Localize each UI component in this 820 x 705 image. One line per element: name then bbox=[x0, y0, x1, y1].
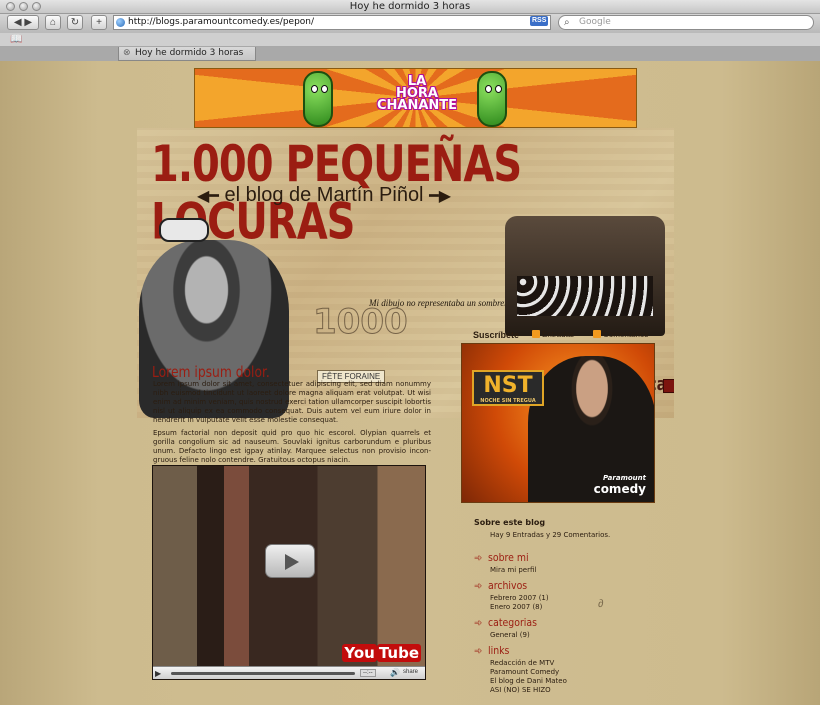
video-controls: ▶ --:-- 🔊 share bbox=[153, 666, 425, 679]
about-block: Sobre este blog Hay 9 Entradas y 29 Come… bbox=[474, 518, 674, 540]
video-time: --:-- bbox=[360, 669, 376, 677]
home-icon: ⌂ bbox=[49, 17, 57, 28]
arrow-icon: ➾ bbox=[474, 646, 483, 657]
paramount-comedy-logo: Paramount comedy bbox=[593, 474, 646, 496]
window-titlebar: Hoy he dormido 3 horas bbox=[0, 0, 820, 14]
play-pause-button[interactable]: ▶ bbox=[155, 669, 161, 678]
subscribe-row: Suscríbete Entradas Comentarios bbox=[471, 329, 681, 343]
youtube-embed[interactable]: You Tube ▶ --:-- 🔊 share bbox=[152, 465, 426, 680]
arrow-icon: ➾ bbox=[474, 618, 483, 629]
back-forward-button[interactable]: ◀ ▶ bbox=[7, 15, 39, 30]
feed-icon bbox=[593, 330, 601, 338]
share-button[interactable]: share bbox=[403, 669, 418, 675]
sidebar-link[interactable]: ASI (NO) SE HIZO bbox=[474, 686, 674, 695]
video-progress-bar[interactable] bbox=[171, 672, 355, 675]
section-heading: categorias bbox=[488, 616, 537, 629]
page-content: LA HORA CHANANTE 1.000 PEQUEÑAS LOCURAS … bbox=[0, 61, 820, 705]
sidebar-link[interactable]: Paramount Comedy bbox=[474, 668, 674, 677]
sidebar-link[interactable]: Redacción de MTV bbox=[474, 659, 674, 668]
minimize-window-button[interactable] bbox=[19, 2, 28, 11]
browser-toolbar: ◀ ▶ ⌂ ↻ + http://blogs.paramountcomedy.e… bbox=[0, 14, 820, 33]
section-heading: links bbox=[488, 644, 510, 657]
home-button[interactable]: ⌂ bbox=[45, 15, 61, 30]
tab-current[interactable]: ⊗ Hoy he dormido 3 horas bbox=[118, 47, 256, 61]
volume-icon[interactable]: 🔊 bbox=[390, 668, 400, 677]
sidebar-link[interactable]: Mira mi perfil bbox=[474, 566, 674, 575]
blog-search-input[interactable] bbox=[663, 379, 674, 393]
la-hora-chanante-logo: LA HORA CHANANTE bbox=[376, 74, 458, 113]
sidebar-link[interactable]: General (9) bbox=[474, 631, 674, 640]
sidebar-section-links: ➾ links Redacción de MTV Paramount Comedy… bbox=[474, 641, 674, 695]
binoculars-image bbox=[159, 218, 209, 242]
ornament-icon: ∂ bbox=[598, 598, 604, 610]
plus-icon: + bbox=[96, 17, 102, 28]
sidebar-section-archivos: ➾ archivos Febrero 2007 (1) Enero 2007 (8… bbox=[474, 576, 674, 612]
zoom-window-button[interactable] bbox=[32, 2, 41, 11]
collage-note: Mi dibujo no representaba un sombrero bbox=[369, 298, 512, 308]
nst-logo: NST NOCHE SIN TREGUA bbox=[472, 370, 544, 406]
sidebar-link[interactable]: Febrero 2007 (1) bbox=[474, 594, 674, 603]
about-title: Sobre este blog bbox=[474, 518, 546, 527]
post-body: Lorem ipsum dolor sit amet, consectetuer… bbox=[153, 380, 431, 469]
arrow-icon: ➾ bbox=[474, 553, 483, 564]
search-placeholder: Google bbox=[579, 17, 611, 27]
tab-bar: ⊗ Hoy he dormido 3 horas bbox=[0, 47, 820, 61]
post-paragraph: Epsum factorial non deposit quid pro quo… bbox=[153, 429, 431, 464]
section-heading: archivos bbox=[488, 579, 528, 592]
subscribe-label: Suscríbete bbox=[473, 330, 520, 340]
section-heading: sobre mi bbox=[488, 551, 529, 564]
close-tab-icon[interactable]: ⊗ bbox=[123, 47, 131, 60]
pickle-mascot-right bbox=[477, 71, 507, 127]
reload-icon: ↻ bbox=[70, 17, 80, 28]
play-icon bbox=[285, 554, 299, 570]
typewriter-image bbox=[505, 216, 665, 336]
reload-button[interactable]: ↻ bbox=[67, 15, 83, 30]
video-play-button[interactable] bbox=[265, 544, 315, 578]
search-field[interactable]: ⌕ Google bbox=[558, 15, 814, 30]
youtube-logo: You Tube bbox=[342, 644, 421, 662]
sidebar-section-sobre-mi: ➾ sobre mi Mira mi perfil bbox=[474, 548, 674, 575]
post-paragraph: Lorem ipsum dolor sit amet, consectetuer… bbox=[153, 380, 431, 424]
book-icon[interactable]: 📖 bbox=[10, 34, 22, 45]
feed-icon bbox=[532, 330, 540, 338]
address-bar[interactable]: http://blogs.paramountcomedy.es/pepon/ bbox=[113, 15, 551, 30]
pickle-mascot-left bbox=[303, 71, 333, 127]
about-text: Hay 9 Entradas y 29 Comentarios. bbox=[490, 531, 611, 539]
blog-subtitle: ◀━ el blog de Martín Piñol ━▶ bbox=[197, 184, 452, 206]
arrow-icon: ➾ bbox=[474, 581, 483, 592]
sidebar-link[interactable]: El blog de Dani Mateo bbox=[474, 677, 674, 686]
globe-icon bbox=[116, 18, 125, 27]
collage-1000-text: 1000 bbox=[313, 302, 409, 343]
magnifier-icon: ⌕ bbox=[564, 17, 570, 28]
add-bookmark-button[interactable]: + bbox=[91, 15, 107, 30]
rss-button[interactable]: RSS bbox=[530, 16, 549, 26]
sidebar-section-categorias: ➾ categorias General (9) bbox=[474, 613, 674, 640]
url-text: http://blogs.paramountcomedy.es/pepon/ bbox=[128, 17, 315, 27]
bookmarks-bar: 📖 bbox=[0, 33, 820, 47]
window-title: Hoy he dormido 3 horas bbox=[349, 1, 471, 12]
comments-feed-link[interactable]: Comentarios bbox=[593, 330, 648, 339]
tab-label: Hoy he dormido 3 horas bbox=[135, 48, 244, 58]
chanante-banner[interactable]: LA HORA CHANANTE bbox=[194, 68, 637, 128]
post-title[interactable]: Lorem ipsum dolor. bbox=[152, 363, 270, 381]
close-window-button[interactable] bbox=[6, 2, 15, 11]
sidebar-link[interactable]: Enero 2007 (8) bbox=[474, 603, 674, 612]
nst-promo-banner[interactable]: NST NOCHE SIN TREGUA Paramount comedy bbox=[461, 343, 655, 503]
entries-feed-link[interactable]: Entradas bbox=[532, 330, 574, 339]
